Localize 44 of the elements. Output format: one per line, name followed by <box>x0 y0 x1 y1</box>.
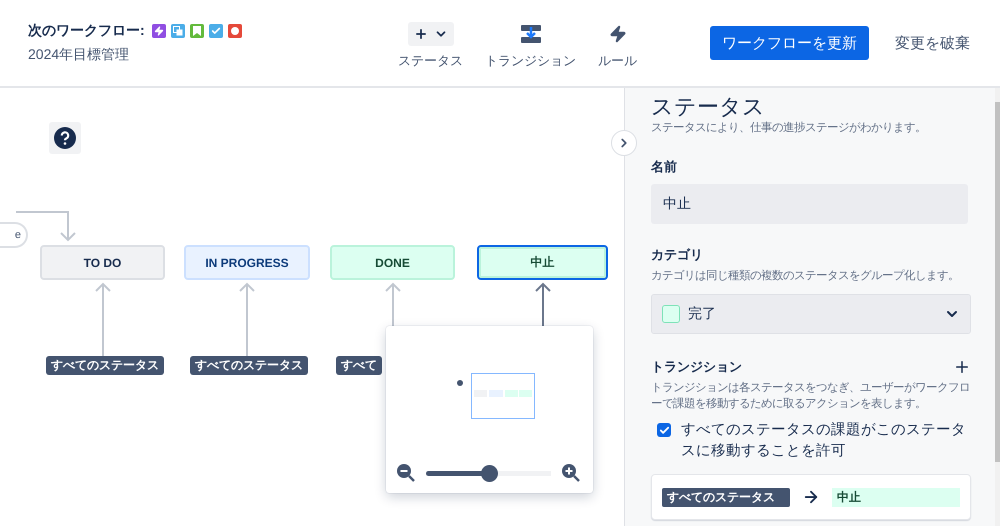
help-button[interactable] <box>49 122 81 154</box>
all-statuses-tag: すべてのステータス <box>46 356 164 375</box>
transitions-description: トランジションは各ステータスをつなぎ、ユーザーがワークフローで課題を移動するために取るアクションを表します。 <box>651 380 971 412</box>
toolbar-button[interactable]: トランジション <box>485 22 576 70</box>
collapse-panel-button[interactable] <box>611 130 637 156</box>
name-label: 名前 <box>651 158 678 176</box>
name-field[interactable]: 中止 <box>651 184 968 224</box>
category-label: カテゴリ <box>651 246 704 264</box>
status-node[interactable]: 中止 <box>477 245 608 280</box>
start-dot <box>457 380 463 386</box>
mini-nodes-drawing <box>474 390 532 398</box>
workflow-title: 次のワークフロー: <box>28 22 145 40</box>
category-select[interactable]: 完了 <box>651 294 971 334</box>
start-node[interactable]: e <box>0 222 28 248</box>
status-node[interactable]: IN PROGRESS <box>184 245 310 280</box>
zoom-slider-thumb[interactable] <box>480 464 498 482</box>
transition-arrow <box>15 211 76 242</box>
transitions-label: トランジション <box>651 358 742 376</box>
add-status-icon <box>408 22 454 46</box>
category-description: カテゴリは同じ種類の複数のステータスをグループ化します。 <box>651 268 960 284</box>
discard-changes-button[interactable]: 変更を破棄 <box>891 34 974 52</box>
status-tag: 中止 <box>832 488 960 506</box>
toolbar-button[interactable]: ルール <box>598 22 637 70</box>
project-name: 2024年目標管理 <box>28 46 130 64</box>
help-icon <box>54 127 76 149</box>
zoom-out-icon[interactable] <box>396 463 416 483</box>
update-workflow-button[interactable]: ワークフローを更新 <box>710 26 869 60</box>
panel-title: ステータス <box>651 94 766 120</box>
checkbox-label: すべてのステータスの課題がこのステータスに移動することを許可 <box>681 421 967 461</box>
transition-arrow <box>534 282 550 327</box>
panel-description: ステータスにより、仕事の進捗ステージがわかります。 <box>651 120 927 136</box>
status-node[interactable]: TO DO <box>40 245 165 280</box>
checkbox[interactable] <box>657 423 671 437</box>
add-transition-button[interactable] <box>953 358 971 376</box>
all-statuses-tag: すべて <box>336 356 382 375</box>
toolbar-button[interactable]: ステータス <box>398 22 463 70</box>
transition-arrow <box>384 282 400 327</box>
all-statuses-tag: すべてのステータス <box>190 356 308 375</box>
all-statuses-tag: すべてのステータス <box>662 488 790 506</box>
zoom-in-icon[interactable] <box>561 463 581 483</box>
scrollbar[interactable] <box>995 88 1000 526</box>
status-node[interactable]: DONE <box>330 245 455 280</box>
arrow-right-icon <box>802 488 820 506</box>
scrollbar-thumb[interactable] <box>995 102 1000 462</box>
